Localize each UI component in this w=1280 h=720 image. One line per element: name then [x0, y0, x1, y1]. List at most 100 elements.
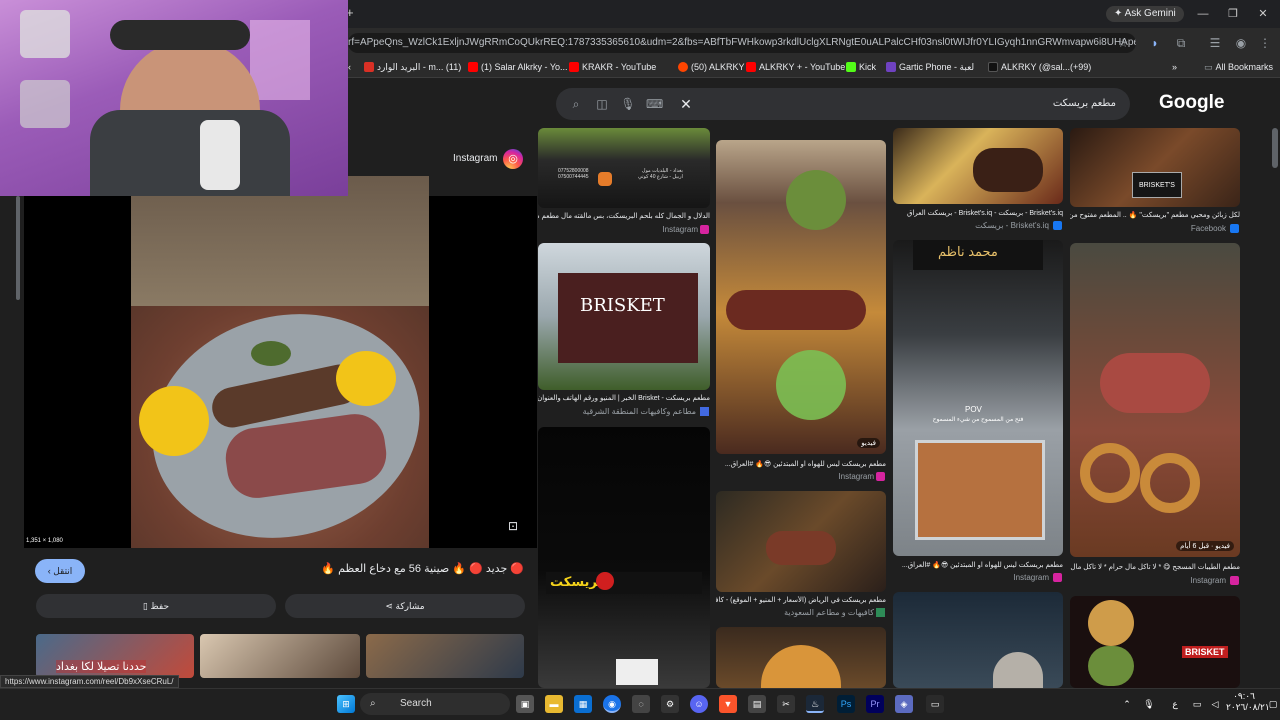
result-caption[interactable]: مطعم بريسكت في الرياض (الأسعار + المنيو … — [716, 596, 886, 604]
result-image[interactable]: BRISKET — [538, 243, 710, 390]
result-caption[interactable]: مطعم الطيبات المسجح 😋 * لا تأكل مال حرام… — [1070, 563, 1240, 571]
result-caption[interactable]: لكل زبائن ومحبي مطعم "بريسكت" 🔥 .. المطع… — [1070, 211, 1240, 219]
bookmarks-overflow-icon[interactable]: ‹ — [348, 59, 351, 75]
result-image[interactable]: فيديو · قبل 6 أيام — [1070, 243, 1240, 557]
bookmark-label: ALKRKY + - YouTube — [759, 62, 846, 72]
settings-icon[interactable]: ⚙ — [661, 695, 679, 713]
volume-icon[interactable]: ◁ — [1206, 695, 1224, 713]
windows-start-icon[interactable]: ⊞ — [337, 695, 355, 713]
task-view-icon[interactable]: ▣ — [516, 695, 534, 713]
clear-search-icon[interactable]: ✕ — [678, 96, 694, 112]
bookmark-item[interactable]: (1) Salar Alkrky - Yo... — [468, 59, 568, 75]
bookmark-item[interactable]: Gartic Phone - لعبة — [886, 59, 974, 75]
mic-tray-icon[interactable]: 🎙 — [1140, 695, 1158, 713]
related-thumbnail[interactable] — [366, 634, 524, 678]
new-tab-icon[interactable]: + — [346, 6, 360, 20]
result-image[interactable] — [716, 491, 886, 592]
instagram-icon[interactable]: ◎ — [503, 149, 523, 169]
extension-icon[interactable]: ◗ — [1146, 34, 1164, 52]
result-image[interactable]: BRISKET'S — [1070, 128, 1240, 207]
search-icon: ⌕ — [370, 698, 376, 709]
result-image[interactable]: محمد ناظم POV فتح من المسموح من شيء المس… — [893, 240, 1063, 556]
video-badge: فيديو — [857, 438, 880, 448]
tray-overflow-icon[interactable]: ⌃ — [1118, 695, 1136, 713]
app-icon[interactable]: ▤ — [748, 695, 766, 713]
result-image[interactable]: 07752800008 07500744445 بغداد - البلديات… — [538, 128, 710, 208]
bookmark-item[interactable]: ALKRKY + - YouTube — [746, 59, 845, 75]
lens-search-icon[interactable]: ⊡ — [505, 519, 521, 535]
app-icon[interactable]: ▭ — [926, 695, 944, 713]
result-image[interactable]: فيديو — [716, 140, 886, 454]
result-source: Instagram — [838, 472, 874, 481]
obs-icon[interactable]: ◌ — [632, 695, 650, 713]
reddit-icon — [678, 62, 688, 72]
ask-gemini-button[interactable]: ✦ Ask Gemini — [1106, 6, 1184, 22]
related-thumbnail[interactable]: حددنا تصيلا لكا بغداد — [36, 634, 194, 678]
taskbar-search[interactable]: ⌕ Search — [360, 693, 510, 715]
google-logo[interactable]: Google — [1159, 92, 1224, 114]
result-image[interactable] — [893, 592, 1063, 688]
language-indicator[interactable]: ع — [1166, 695, 1184, 713]
lens-icon[interactable]: ◫ — [594, 96, 610, 112]
network-icon[interactable]: ▭ — [1188, 695, 1206, 713]
bookmark-item[interactable]: KRAKR - YouTube — [569, 59, 656, 75]
discord-icon[interactable]: ☺ — [690, 695, 708, 713]
preview-source-label[interactable]: Instagram — [453, 153, 497, 164]
preview-image[interactable] — [131, 176, 429, 548]
page-scrollbar[interactable] — [1272, 128, 1278, 168]
burger — [761, 645, 841, 688]
bookmark-item[interactable]: (50) ALKRKY — [678, 59, 745, 75]
capcut-icon[interactable]: ✂ — [777, 695, 795, 713]
image-letterbox-left — [24, 196, 131, 548]
bookmark-icon: ▯ — [142, 601, 148, 611]
result-caption[interactable]: مطعم بريسكت ليس للهواه او المبتدئين 😎🔥 #… — [893, 561, 1063, 569]
media-controls-icon[interactable]: ☰ — [1206, 34, 1224, 52]
clock[interactable]: ٠٩:٠٦ ٢٠٢٦/٠٨/٢١ — [1226, 691, 1270, 713]
share-button[interactable]: ⋖ مشاركة — [285, 594, 525, 618]
result-image[interactable] — [716, 627, 886, 688]
menu-kebab-icon[interactable]: ⋮ — [1256, 34, 1274, 52]
brave-icon[interactable]: ▼ — [719, 695, 737, 713]
premiere-icon[interactable]: Pr — [866, 695, 884, 713]
result-source: Instagram — [1190, 576, 1226, 585]
search-icon[interactable]: ⌕ — [568, 96, 584, 112]
plaque — [20, 80, 70, 128]
steam-icon[interactable]: ♨ — [806, 695, 824, 713]
photoshop-icon[interactable]: Ps — [837, 695, 855, 713]
minimize-icon[interactable]: — — [1194, 5, 1212, 23]
chrome-icon[interactable]: ◉ — [603, 695, 621, 713]
visit-button[interactable]: ‹ انتقل — [35, 559, 85, 583]
bookmark-label: (50) ALKRKY — [691, 62, 745, 72]
bookmark-item[interactable]: البريد الوارد - m... (11) — [364, 59, 461, 75]
result-image[interactable]: BRISKET — [1070, 596, 1240, 688]
bookmark-star-icon[interactable]: ☆ — [1114, 34, 1132, 52]
result-image[interactable] — [893, 128, 1063, 204]
file-explorer-icon[interactable]: ▬ — [545, 695, 563, 713]
maximize-icon[interactable]: ❐ — [1224, 5, 1242, 23]
puzzle-icon[interactable]: ⧉ — [1172, 34, 1190, 52]
store-icon[interactable]: ▦ — [574, 695, 592, 713]
address-bar[interactable]: rf=APpeQns_WzlCk1ExljnJWgRRmCoQUkrREQ:17… — [348, 33, 1136, 53]
result-source: Facebook — [1190, 224, 1226, 233]
folder-icon: ▭ — [1204, 62, 1213, 72]
result-image[interactable]: بريسكت — [538, 427, 710, 688]
mic-icon[interactable]: 🎙 — [620, 96, 636, 112]
save-button[interactable]: ▯ حفظ — [36, 594, 276, 618]
site-icon — [876, 608, 885, 617]
bookmark-item[interactable]: Kick — [846, 59, 876, 75]
related-thumbnail[interactable] — [200, 634, 360, 678]
result-caption[interactable]: الدلال و الجمال كله بلحم البريسكت، بس ما… — [538, 212, 710, 220]
keyboard-icon[interactable]: ⌨ — [646, 96, 663, 112]
result-caption[interactable]: مطعم بريسكت ليس للهواه او المبتدئين 😎🔥 #… — [716, 460, 886, 468]
bookmarks-more-icon[interactable]: » — [1172, 59, 1177, 75]
search-box[interactable]: مطعم بريسكت ⌕ ◫ 🎙 ⌨ ✕ — [556, 88, 1130, 120]
profile-avatar[interactable]: ◉ — [1232, 34, 1250, 52]
app-icon[interactable]: ◈ — [895, 695, 913, 713]
result-caption[interactable]: Brisket's.iq - بريسكت - Brisket's.iq - ب… — [893, 209, 1063, 217]
close-window-icon[interactable]: ✕ — [1254, 5, 1272, 23]
notification-icon[interactable]: ▢ — [1264, 695, 1280, 713]
all-bookmarks[interactable]: ▭ All Bookmarks — [1204, 59, 1273, 75]
bookmark-item[interactable]: ALKRKY (@sal...(+99) — [988, 59, 1091, 75]
panel-scrollbar[interactable] — [16, 196, 20, 300]
result-caption[interactable]: مطعم بريسكت - Brisket الخبر | المنيو ورق… — [538, 394, 710, 402]
